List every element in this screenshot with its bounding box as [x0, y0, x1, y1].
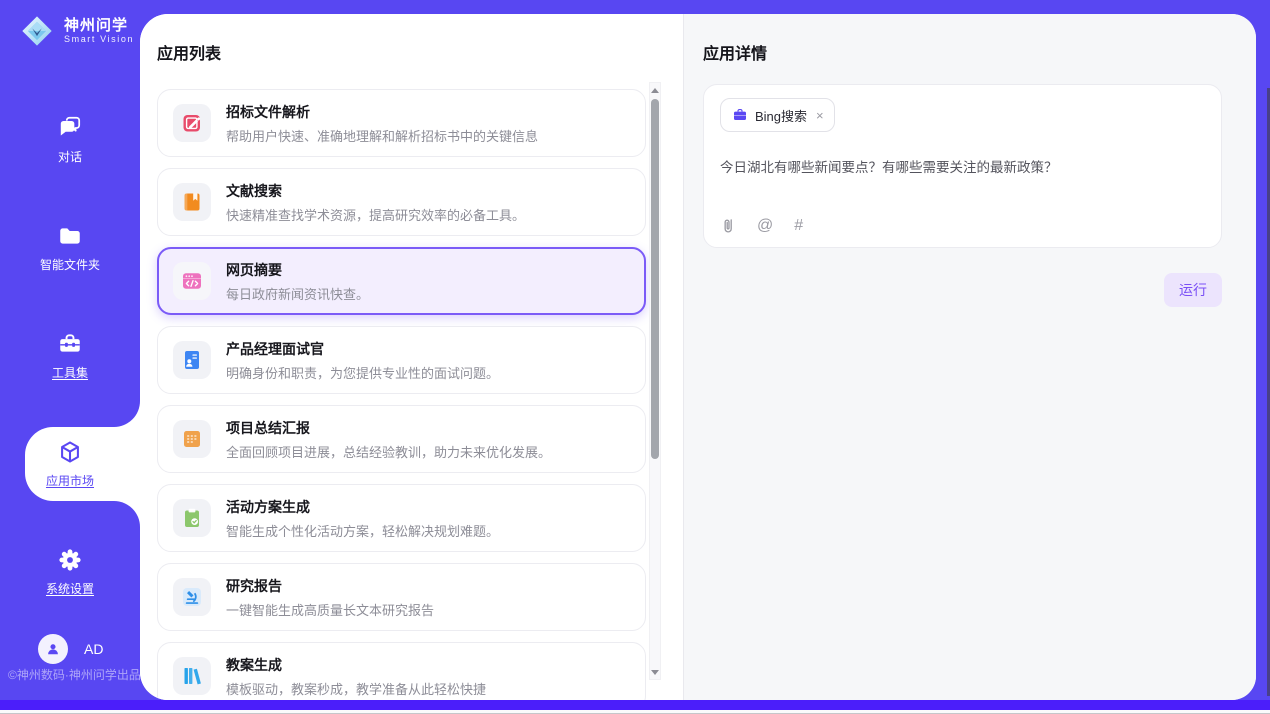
icon-tile [173, 578, 211, 616]
list-scrollbar[interactable] [649, 82, 661, 680]
tool-chip-label: Bing搜索 [755, 106, 807, 125]
app-cards: 招标文件解析 帮助用户快速、准确地理解和解析招标书中的关键信息 文献搜索 [157, 89, 646, 700]
icon-tile [173, 499, 211, 537]
app-name: 文献搜索 [226, 181, 525, 201]
app-card-literature-search[interactable]: 文献搜索 快速精准查找学术资源，提高研究效率的必备工具。 [157, 168, 646, 236]
avatar [38, 634, 68, 664]
sidebar-item-label: 工具集 [52, 364, 88, 381]
arrow-up-icon [651, 88, 659, 93]
memo-icon [180, 427, 204, 451]
app-card-event-plan[interactable]: 活动方案生成 智能生成个性化活动方案，轻松解决规划难题。 [157, 484, 646, 552]
icon-tile [173, 341, 211, 379]
icon-tile [173, 657, 211, 695]
sidebar-item-settings[interactable]: 系统设置 [0, 542, 140, 602]
app-name: 项目总结汇报 [226, 418, 551, 438]
app-name: 活动方案生成 [226, 497, 499, 517]
toolbox-icon [57, 331, 83, 357]
copyright-footer: ©神州数码·神州问学出品 [8, 666, 141, 683]
chat-icon [57, 115, 83, 141]
sidebar-item-label: 系统设置 [46, 580, 94, 597]
app-desc: 一键智能生成高质量长文本研究报告 [226, 600, 434, 619]
book-icon [180, 190, 204, 214]
app-desc: 快速精准查找学术资源，提高研究效率的必备工具。 [226, 205, 525, 224]
app-list-panel: 应用列表 招标文件解析 帮助用户快速、准确地理解和解析招标书中的关键信息 [140, 14, 683, 700]
app-card-webpage-summary[interactable]: 网页摘要 每日政府新闻资讯快查。 [157, 247, 646, 315]
sidebar-item-toolset[interactable]: 工具集 [0, 326, 140, 386]
app-window: 神州问学 Smart Vision 对话 智能文件夹 [0, 0, 1270, 714]
app-desc: 智能生成个性化活动方案，轻松解决规划难题。 [226, 521, 499, 540]
app-name: 产品经理面试官 [226, 339, 499, 359]
briefcase-icon [732, 107, 748, 123]
app-desc: 模板驱动，教案秒成，教学准备从此轻松快捷 [226, 679, 486, 698]
app-desc: 全面回顾项目进展，总结经验教训，助力未来优化发展。 [226, 442, 551, 461]
app-card-pm-interviewer[interactable]: 产品经理面试官 明确身份和职责，为您提供专业性的面试问题。 [157, 326, 646, 394]
app-detail-title: 应用详情 [703, 40, 1222, 64]
arrow-down-icon [651, 670, 659, 675]
cube-icon [57, 439, 83, 465]
sidebar-item-label: 对话 [58, 148, 82, 165]
icon-tile [173, 104, 211, 142]
tool-chip-bing-search[interactable]: Bing搜索 × [720, 98, 835, 132]
app-name: 教案生成 [226, 655, 486, 675]
sidebar-item-label: 应用市场 [46, 472, 94, 489]
app-desc: 每日政府新闻资讯快查。 [226, 284, 369, 303]
person-icon [44, 640, 62, 658]
gem-logo-icon [18, 12, 56, 50]
tender-doc-icon [180, 111, 204, 135]
app-card-project-summary[interactable]: 项目总结汇报 全面回顾项目进展，总结经验教训，助力未来优化发展。 [157, 405, 646, 473]
scrollbar-thumb[interactable] [651, 99, 659, 459]
prompt-input[interactable]: 今日湖北有哪些新闻要点？有哪些需要关注的最新政策？ [720, 158, 1205, 178]
brand-title: 神州问学 [64, 17, 134, 34]
app-card-research-report[interactable]: 研究报告 一键智能生成高质量长文本研究报告 [157, 563, 646, 631]
app-name: 网页摘要 [226, 260, 369, 280]
microscope-icon [180, 585, 204, 609]
sidebar-item-app-market[interactable]: 应用市场 [0, 434, 140, 494]
icon-tile [173, 183, 211, 221]
gear-icon [57, 547, 83, 573]
user-account[interactable]: AD [38, 634, 103, 664]
scroll-up-button[interactable] [650, 83, 660, 97]
books-icon [180, 664, 204, 688]
icon-tile [173, 262, 211, 300]
main-content: 应用列表 招标文件解析 帮助用户快速、准确地理解和解析招标书中的关键信息 [140, 14, 1256, 700]
tab-curve-bottom [114, 501, 140, 527]
app-desc: 帮助用户快速、准确地理解和解析招标书中的关键信息 [226, 126, 538, 145]
run-row: 运行 [703, 273, 1222, 307]
bottom-band [0, 700, 1270, 710]
webpage-icon [180, 269, 204, 293]
app-desc: 明确身份和职责，为您提供专业性的面试问题。 [226, 363, 499, 382]
prompt-card: Bing搜索 × 今日湖北有哪些新闻要点？有哪些需要关注的最新政策？ @ # [703, 84, 1222, 248]
interviewer-icon [180, 348, 204, 372]
run-button[interactable]: 运行 [1164, 273, 1222, 307]
brand-subtitle: Smart Vision [64, 34, 134, 44]
brand-logo: 神州问学 Smart Vision [18, 12, 134, 50]
app-card-lesson-plan[interactable]: 教案生成 模板驱动，教案秒成，教学准备从此轻松快捷 [157, 642, 646, 700]
app-list-title: 应用列表 [157, 40, 683, 64]
clipboard-check-icon [180, 506, 204, 530]
bottom-edge [0, 710, 1270, 714]
scroll-down-button[interactable] [650, 665, 660, 679]
chip-close-icon[interactable]: × [816, 109, 824, 122]
sidebar-item-label: 智能文件夹 [40, 256, 100, 273]
sidebar: 神州问学 Smart Vision 对话 智能文件夹 [0, 0, 140, 700]
folder-icon [57, 223, 83, 249]
app-name: 招标文件解析 [226, 102, 538, 122]
app-name: 研究报告 [226, 576, 434, 596]
topic-icon[interactable]: # [794, 218, 803, 234]
paperclip-icon[interactable] [720, 217, 736, 235]
mention-icon[interactable]: @ [757, 218, 773, 234]
icon-tile [173, 420, 211, 458]
prompt-toolbar: @ # [720, 217, 1205, 235]
user-name: AD [84, 641, 103, 657]
app-card-tender-analysis[interactable]: 招标文件解析 帮助用户快速、准确地理解和解析招标书中的关键信息 [157, 89, 646, 157]
sidebar-item-chat[interactable]: 对话 [0, 110, 140, 170]
app-detail-panel: 应用详情 Bing搜索 × 今日湖北有哪些新闻要点？有哪些需要关注的最新政策？ [683, 14, 1256, 700]
sidebar-item-smart-folder[interactable]: 智能文件夹 [0, 218, 140, 278]
tab-curve-top [114, 401, 140, 427]
